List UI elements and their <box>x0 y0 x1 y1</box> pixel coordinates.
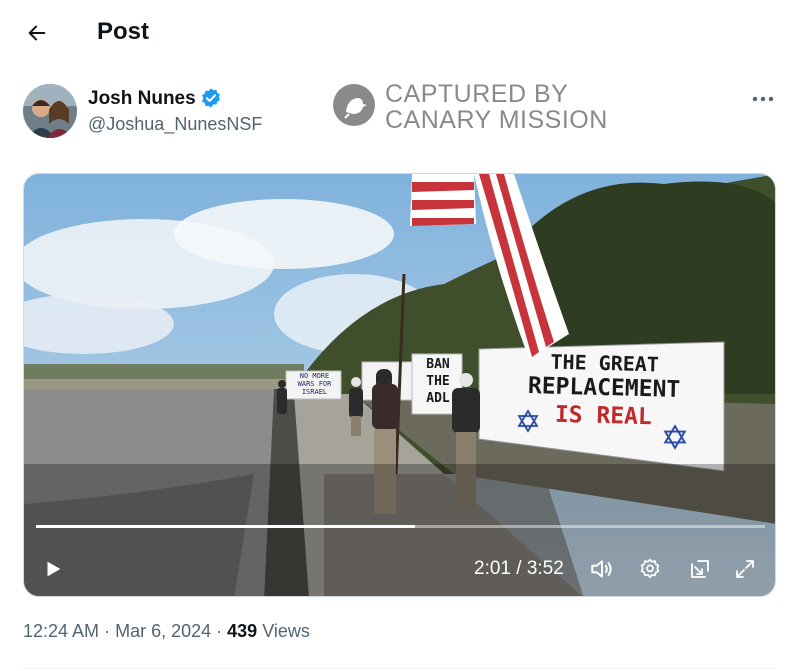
views-count: 439 <box>227 621 258 641</box>
video-progress-bar[interactable] <box>36 525 765 528</box>
play-icon <box>47 561 61 577</box>
banner-left-line-3: ISRAEL <box>301 388 328 396</box>
more-dots-icon <box>752 96 774 102</box>
author-name[interactable]: Josh Nunes <box>88 88 196 110</box>
banner-middle-line-1: BAN <box>426 357 450 372</box>
back-arrow-icon <box>28 25 46 41</box>
star-of-david-icon <box>517 409 539 433</box>
banner-middle: BAN THE ADL <box>414 356 462 407</box>
divider <box>23 668 776 669</box>
post-meta: 12:24 AM · Mar 6, 2024 · 439 Views <box>23 621 310 642</box>
video-progress-fill <box>36 525 416 528</box>
fullscreen-button[interactable] <box>729 553 761 585</box>
watermark-line-1: CAPTURED BY <box>385 80 569 108</box>
banner-middle-line-3: ADL <box>426 391 450 406</box>
banner-left-line-2: WARS FOR <box>297 380 332 388</box>
more-options-button[interactable] <box>745 84 781 114</box>
watermark-line-2: CANARY MISSION <box>385 106 608 134</box>
verified-badge-icon <box>202 88 220 108</box>
pip-icon <box>691 560 709 578</box>
video-time: 2:01 / 3:52 <box>474 558 564 579</box>
play-button[interactable] <box>38 554 68 584</box>
banner-left-line-1: NO MORE <box>299 372 330 380</box>
star-of-david-icon <box>663 424 687 450</box>
banner-left: NO MORE WARS FOR ISRAEL <box>287 372 342 396</box>
meta-separator: · <box>104 621 116 641</box>
avatar[interactable] <box>23 84 77 138</box>
page-title: Post <box>97 18 150 45</box>
banner-middle-line-2: THE <box>426 374 450 389</box>
video-player[interactable]: NO MORE WARS FOR ISRAEL BAN THE ADL THE … <box>23 173 776 597</box>
post-date[interactable]: Mar 6, 2024 <box>115 621 211 641</box>
gear-icon <box>640 558 660 579</box>
post-header: Post <box>0 0 800 68</box>
back-button[interactable] <box>18 14 56 52</box>
fullscreen-icon <box>736 560 754 578</box>
avatar-photo-icon <box>23 84 77 138</box>
volume-button[interactable] <box>585 553 619 585</box>
views-label-text: Views <box>262 621 310 641</box>
post-time[interactable]: 12:24 AM <box>23 621 99 641</box>
picture-in-picture-button[interactable] <box>684 553 716 585</box>
canary-bird-icon <box>333 84 375 126</box>
canary-mission-watermark: CAPTURED BY CANARY MISSION <box>333 80 633 134</box>
volume-icon <box>591 560 612 578</box>
settings-button[interactable] <box>634 553 666 585</box>
views-label: Views <box>262 621 310 641</box>
meta-separator: · <box>216 621 228 641</box>
author-handle[interactable]: @Joshua_NunesNSF <box>88 114 262 135</box>
